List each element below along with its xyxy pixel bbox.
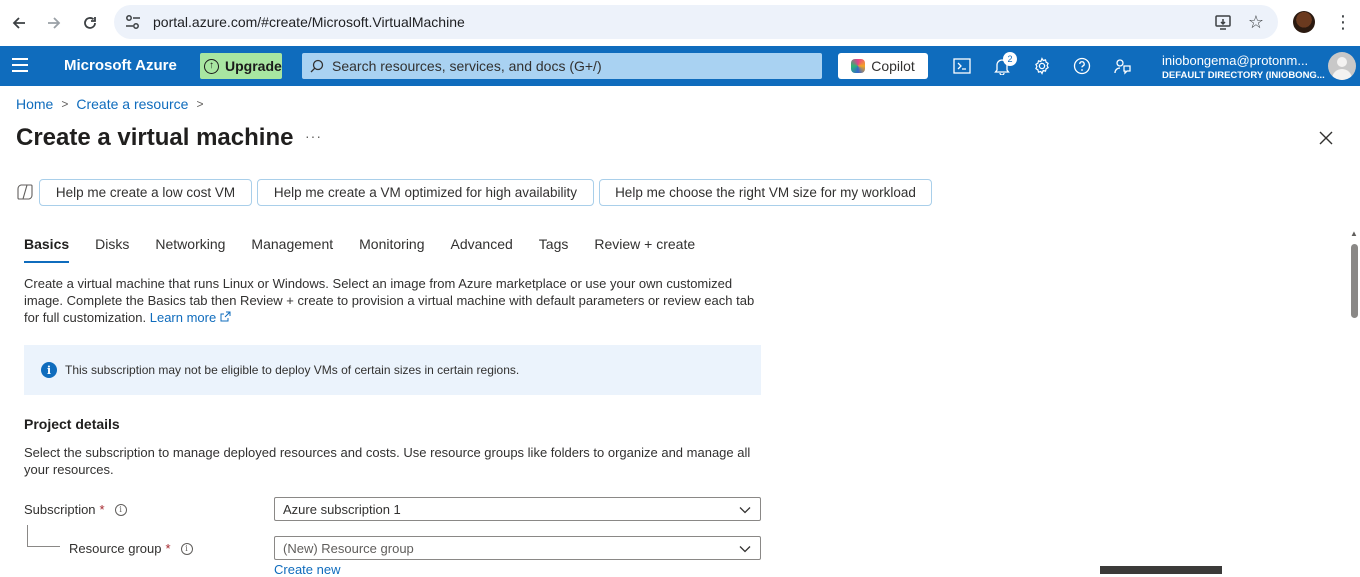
subscription-value: Azure subscription 1 [283, 501, 401, 517]
account-directory: DEFAULT DIRECTORY (INIOBONG... [1162, 70, 1325, 81]
required-mark: * [165, 541, 171, 556]
tab-advanced[interactable]: Advanced [451, 236, 513, 263]
breadcrumb-home[interactable]: Home [16, 96, 53, 112]
info-icon: i [41, 362, 57, 378]
browser-menu-icon[interactable]: ⋮ [1334, 12, 1352, 33]
upgrade-arrow-icon: ↑ [204, 58, 219, 74]
brand-title[interactable]: Microsoft Azure [64, 57, 177, 74]
tab-review-create[interactable]: Review + create [594, 236, 695, 263]
project-details-heading: Project details [24, 416, 120, 432]
tab-disks[interactable]: Disks [95, 236, 129, 263]
copilot-button[interactable]: Copilot [838, 53, 928, 79]
copilot-label: Copilot [871, 58, 915, 74]
browser-profile-avatar[interactable] [1293, 11, 1315, 33]
required-mark: * [99, 502, 105, 517]
more-options-icon[interactable]: ··· [305, 128, 322, 144]
browser-toolbar: portal.azure.com/#create/Microsoft.Virtu… [0, 0, 1360, 46]
breadcrumb-chevron-icon: > [196, 97, 204, 111]
tab-basics[interactable]: Basics [24, 236, 70, 263]
intro-description: Create a virtual machine that runs Linux… [24, 276, 755, 325]
back-icon[interactable] [8, 12, 30, 34]
scrollbar-thumb[interactable] [1351, 244, 1358, 318]
settings-gear-icon[interactable] [1032, 56, 1052, 76]
breadcrumb: Home > Create a resource > [16, 96, 203, 112]
site-settings-icon[interactable] [124, 13, 142, 36]
breadcrumb-create-resource[interactable]: Create a resource [76, 96, 188, 112]
resource-group-value: (New) Resource group [283, 540, 414, 556]
search-placeholder: Search resources, services, and docs (G+… [332, 58, 602, 74]
breadcrumb-chevron-icon: > [61, 97, 69, 111]
prompt-low-cost-vm[interactable]: Help me create a low cost VM [39, 179, 252, 206]
url-text: portal.azure.com/#create/Microsoft.Virtu… [153, 14, 465, 30]
search-icon [310, 59, 324, 73]
install-app-icon[interactable] [1214, 13, 1232, 36]
scroll-up-arrow-icon[interactable]: ▲ [1350, 229, 1358, 238]
tree-connector [27, 525, 28, 546]
resource-group-label: Resource group * i [69, 541, 193, 556]
prompt-vm-size[interactable]: Help me choose the right VM size for my … [599, 179, 932, 206]
wizard-tabs: Basics Disks Networking Management Monit… [24, 236, 721, 263]
resource-group-info-icon[interactable]: i [180, 542, 193, 555]
account-avatar[interactable] [1328, 52, 1356, 80]
learn-more-link[interactable]: Learn more [150, 310, 231, 325]
floating-panel-edge [1100, 566, 1222, 574]
reload-icon[interactable] [79, 12, 101, 34]
page-title: Create a virtual machine [16, 124, 294, 151]
info-message-bar: i This subscription may not be eligible … [24, 345, 761, 395]
feedback-icon[interactable] [1112, 56, 1132, 76]
external-link-icon [220, 311, 231, 322]
prompt-high-availability[interactable]: Help me create a VM optimized for high a… [257, 179, 594, 206]
chevron-down-icon [739, 546, 751, 553]
tab-networking[interactable]: Networking [155, 236, 225, 263]
account-info[interactable]: iniobongema@protonm... DEFAULT DIRECTORY… [1162, 53, 1325, 81]
cloud-shell-icon[interactable] [952, 56, 972, 76]
copilot-prompt-icon [16, 183, 34, 206]
subscription-info-icon[interactable]: i [114, 503, 127, 516]
tab-monitoring[interactable]: Monitoring [359, 236, 424, 263]
tab-management[interactable]: Management [251, 236, 333, 263]
tree-connector [27, 546, 60, 547]
create-new-link[interactable]: Create new [274, 562, 340, 577]
global-search-input[interactable]: Search resources, services, and docs (G+… [302, 53, 822, 79]
project-details-description: Select the subscription to manage deploy… [24, 445, 751, 477]
copilot-logo-icon [851, 59, 866, 73]
upgrade-button[interactable]: ↑ Upgrade [200, 53, 282, 79]
account-email: iniobongema@protonm... [1162, 53, 1309, 68]
upgrade-label: Upgrade [225, 58, 282, 74]
bookmark-star-icon[interactable]: ☆ [1248, 12, 1264, 33]
subscription-label: Subscription * i [24, 502, 127, 517]
address-bar[interactable]: portal.azure.com/#create/Microsoft.Virtu… [114, 5, 1278, 39]
azure-top-bar: Microsoft Azure ↑ Upgrade Search resourc… [0, 46, 1360, 86]
notification-count-badge: 2 [1003, 52, 1017, 66]
resource-group-select[interactable]: (New) Resource group [274, 536, 761, 560]
subscription-select[interactable]: Azure subscription 1 [274, 497, 761, 521]
close-icon[interactable] [1316, 128, 1336, 148]
portal-menu-icon[interactable] [12, 58, 28, 76]
intro-text: Create a virtual machine that runs Linux… [24, 275, 764, 326]
info-message: This subscription may not be eligible to… [65, 363, 520, 377]
chevron-down-icon [739, 507, 751, 514]
tab-tags[interactable]: Tags [539, 236, 569, 263]
help-icon[interactable] [1072, 56, 1092, 76]
forward-icon[interactable] [43, 12, 65, 34]
